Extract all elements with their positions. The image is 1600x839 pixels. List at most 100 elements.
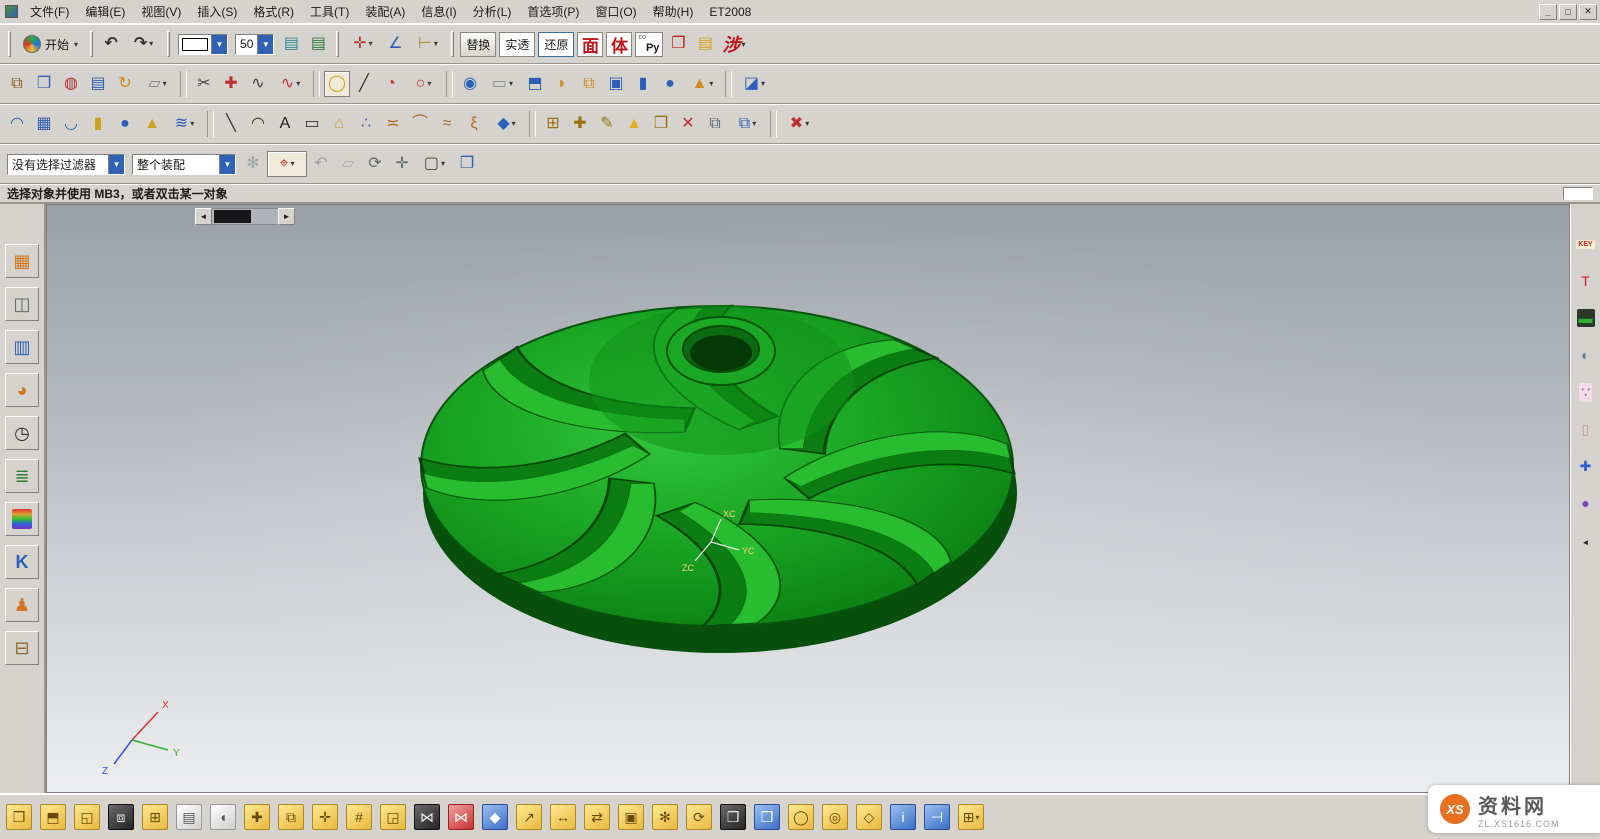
intersect-curve-icon[interactable]: ≈: [434, 111, 460, 137]
template-icon[interactable]: T: [1574, 269, 1598, 293]
palette-dots-icon[interactable]: ∵: [1574, 380, 1598, 404]
translucent-button[interactable]: 实透: [499, 32, 535, 57]
helix-icon[interactable]: ξ: [461, 111, 487, 137]
menu-tools[interactable]: 工具(T): [302, 0, 357, 23]
extrude-body-icon[interactable]: ⬒: [40, 804, 66, 830]
text-icon[interactable]: A: [272, 111, 298, 137]
menu-file[interactable]: 文件(F): [22, 0, 77, 23]
shell-icon[interactable]: ▣: [618, 804, 644, 830]
trimmed-sheet-icon[interactable]: ◪: [736, 71, 773, 97]
snap-point-icon[interactable]: ⌖: [267, 151, 307, 177]
layer-combo[interactable]: 50 ▼: [235, 34, 274, 55]
body-button[interactable]: 体: [606, 32, 632, 57]
block-icon[interactable]: ▣: [603, 71, 629, 97]
chevron-down-icon[interactable]: ▼: [257, 35, 273, 54]
sheet-body-icon[interactable]: ▤: [85, 71, 111, 97]
extrude-icon[interactable]: ⬒: [522, 71, 548, 97]
studio-spline-icon[interactable]: ∿: [272, 71, 309, 97]
wave-surface-icon[interactable]: ≋: [166, 111, 203, 137]
toolbar-grip[interactable]: [451, 31, 454, 57]
collapse-arrow-icon[interactable]: ◄: [1582, 538, 1590, 547]
red-cube-icon[interactable]: ❒: [665, 31, 691, 57]
chevron-down-icon[interactable]: ▼: [211, 35, 227, 54]
edit-component-icon[interactable]: ✎: [594, 111, 620, 137]
constraint-navigator-icon[interactable]: ◫: [5, 287, 39, 321]
bounded-plane-icon[interactable]: ▭: [484, 71, 521, 97]
delete-icon[interactable]: ✖: [781, 111, 818, 137]
ruled-surface-icon[interactable]: ◠: [4, 111, 30, 137]
curve-trim-icon[interactable]: ✂: [191, 71, 217, 97]
angle-measure-icon[interactable]: ∠: [382, 31, 408, 57]
polygon-icon[interactable]: ⌂: [326, 111, 352, 137]
thread-icon[interactable]: ✻: [652, 804, 678, 830]
toolbar-grip[interactable]: [167, 31, 170, 57]
washer-feature-icon[interactable]: ◎: [822, 804, 848, 830]
pan-view-icon[interactable]: ✛: [389, 151, 415, 177]
toolbar-grip[interactable]: [8, 31, 11, 57]
unite-bodies-icon[interactable]: ⧈: [108, 804, 134, 830]
vector-icon[interactable]: ✛: [344, 31, 381, 57]
visualization-icon[interactable]: K: [5, 545, 39, 579]
clipboard-paste-icon[interactable]: ⧉: [729, 111, 766, 137]
impeller-model[interactable]: XC YC ZC: [377, 220, 1037, 740]
gem-feature-icon[interactable]: ◇: [856, 804, 882, 830]
section-curve-icon[interactable]: ◆: [488, 111, 525, 137]
slider-thumb[interactable]: [214, 210, 251, 223]
subtract-bodies-icon[interactable]: ❒: [720, 804, 746, 830]
system-materials-icon[interactable]: ≣: [5, 459, 39, 493]
revolve-body-icon[interactable]: ⟳: [686, 804, 712, 830]
chip-icon[interactable]: ▬: [1574, 306, 1598, 330]
face-button[interactable]: 面: [577, 32, 603, 57]
more-commands-icon[interactable]: ⊞: [958, 804, 984, 830]
key-icon[interactable]: KEY: [1574, 232, 1598, 256]
menu-information[interactable]: 信息(I): [413, 0, 464, 23]
swept-surface-icon[interactable]: ◡: [58, 111, 84, 137]
point-icon[interactable]: ✚: [218, 71, 244, 97]
wave-link-icon[interactable]: ◯: [324, 71, 350, 97]
offset-curve-icon[interactable]: ≍: [380, 111, 406, 137]
remove-component-icon[interactable]: ✕: [675, 111, 701, 137]
menu-analysis[interactable]: 分析(L): [465, 0, 520, 23]
point-set-icon[interactable]: ∴: [353, 111, 379, 137]
ruler-icon[interactable]: ⊢: [409, 31, 446, 57]
move-object-icon[interactable]: ↗: [516, 804, 542, 830]
corner-cut-icon[interactable]: ◱: [74, 804, 100, 830]
solid-cube-icon[interactable]: ❒: [31, 71, 57, 97]
datum-plane-icon[interactable]: ▱: [139, 71, 176, 97]
clipboard-copy-icon[interactable]: ⧉: [702, 111, 728, 137]
roles-icon[interactable]: ♟: [5, 588, 39, 622]
menu-format[interactable]: 格式(R): [245, 0, 302, 23]
offset-face-icon[interactable]: ↔: [550, 804, 576, 830]
add-component-icon[interactable]: ⊞: [540, 111, 566, 137]
component-icon[interactable]: ❒: [648, 111, 674, 137]
revolve-icon[interactable]: ◗: [549, 71, 575, 97]
material-ball-icon[interactable]: ◐: [1574, 343, 1598, 367]
replace-face-icon[interactable]: ⇄: [584, 804, 610, 830]
emboss-icon[interactable]: ▤: [176, 804, 202, 830]
direct-sketch-icon[interactable]: ⧉: [4, 71, 30, 97]
shaded-view-icon[interactable]: ❒: [454, 151, 480, 177]
yellow-doc-icon[interactable]: ▤: [692, 31, 718, 57]
instance-array-icon[interactable]: #: [346, 804, 372, 830]
rectangle-icon[interactable]: ▭: [299, 111, 325, 137]
purple-ball-icon[interactable]: ●: [1574, 491, 1598, 515]
through-mesh-icon[interactable]: ▦: [31, 111, 57, 137]
minimize-button[interactable]: _: [1539, 4, 1557, 20]
sheet-set-icon[interactable]: ⧉: [576, 71, 602, 97]
create-component-icon[interactable]: ✚: [567, 111, 593, 137]
restore-button[interactable]: □: [1559, 4, 1577, 20]
menu-et2008[interactable]: ET2008: [701, 2, 759, 22]
rect-select-icon[interactable]: ▢: [416, 151, 453, 177]
intersect-bodies-icon[interactable]: ❒: [754, 804, 780, 830]
undo-button[interactable]: ↶: [98, 31, 124, 57]
mirror-feature-icon[interactable]: ⋈: [414, 804, 440, 830]
freeform-icon[interactable]: ◖: [210, 804, 236, 830]
visible-layers-icon[interactable]: ▤: [305, 31, 331, 57]
slider-track[interactable]: [212, 208, 278, 225]
color-combo[interactable]: ▼: [178, 34, 228, 55]
chevron-down-icon[interactable]: ▼: [108, 155, 124, 174]
cylinder-icon[interactable]: ▮: [630, 71, 656, 97]
add-body-icon[interactable]: ✚: [244, 804, 270, 830]
menu-help[interactable]: 帮助(H): [645, 0, 702, 23]
cone-icon[interactable]: ▲: [684, 71, 721, 97]
